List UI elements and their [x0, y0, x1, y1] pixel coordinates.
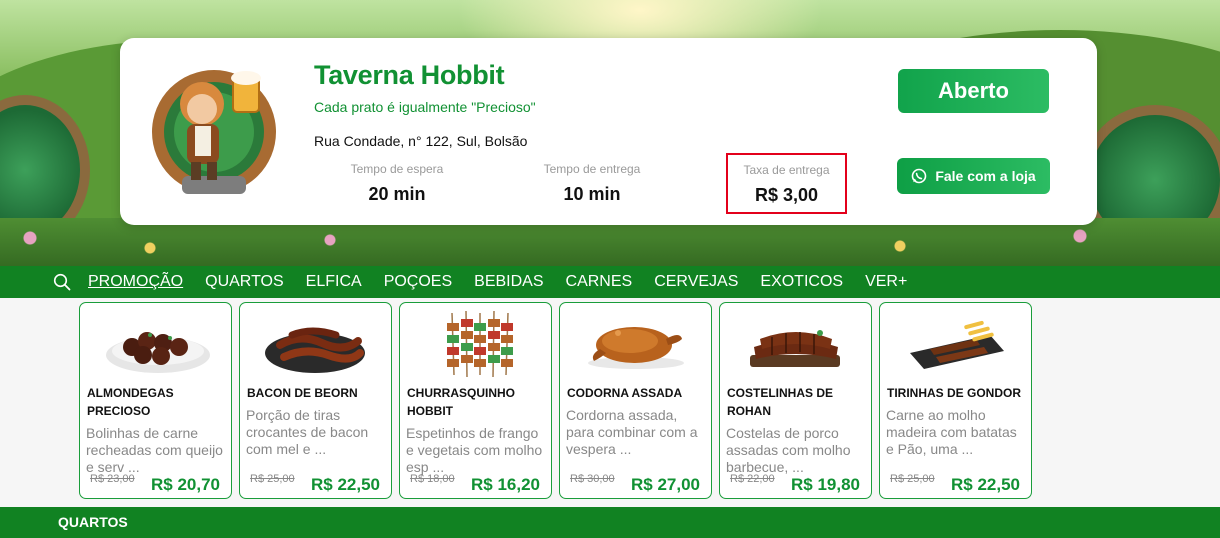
product-price: R$ 22,50: [951, 475, 1020, 494]
nav-item-bebidas[interactable]: BEBIDAS: [474, 273, 543, 291]
product-card[interactable]: BACON DE BEORN Porção de tiras crocantes…: [239, 302, 392, 499]
nav-item-exoticos[interactable]: EXOTICOS: [760, 273, 843, 291]
product-old-price: R$ 23,00: [90, 473, 135, 485]
store-info-card: Taverna Hobbit Cada prato é igualmente "…: [120, 38, 1097, 225]
product-carousel: ALMONDEGAS PRECIOSO Bolinhas de carne re…: [79, 302, 1032, 499]
product-card[interactable]: COSTELINHAS DE ROHAN Costelas de porco a…: [719, 302, 872, 499]
product-old-price: R$ 30,00: [570, 473, 615, 485]
product-description: Bolinhas de carne recheadas com queijo e…: [86, 425, 223, 475]
nav-item-quartos[interactable]: QUARTOS: [205, 273, 284, 291]
product-name: CODORNA ASSADA: [567, 386, 683, 400]
store-name: Taverna Hobbit: [314, 60, 505, 90]
section-title: QUARTOS: [58, 514, 128, 530]
wait-time-label: Tempo de espera: [350, 162, 444, 176]
delivery-fee-value: R$ 3,00: [754, 185, 819, 205]
wait-time-stat: Tempo de espera 20 min: [332, 162, 462, 205]
nav-item-promocao[interactable]: PROMOÇÃO: [88, 273, 183, 291]
product-price: R$ 22,50: [311, 475, 380, 494]
nav-item-carnes[interactable]: CARNES: [566, 273, 633, 291]
skewers-icon: [400, 305, 551, 381]
product-card[interactable]: CHURRASQUINHO HOBBIT Espetinhos de frang…: [399, 302, 552, 499]
product-price: R$ 16,20: [471, 475, 540, 494]
contact-store-label: Fale com a loja: [935, 168, 1036, 184]
section-header: QUARTOS: [0, 507, 1220, 538]
product-price: R$ 19,80: [791, 475, 860, 494]
product-name: ALMONDEGAS PRECIOSO: [87, 386, 174, 418]
meatballs-icon: [80, 305, 231, 381]
store-logo: [147, 64, 282, 198]
delivery-fee-stat: Taxa de entrega R$ 3,00: [726, 153, 847, 214]
product-price: R$ 27,00: [631, 475, 700, 494]
delivery-time-stat: Tempo de entrega 10 min: [527, 162, 657, 205]
product-price: R$ 20,70: [151, 475, 220, 494]
beef-strips-icon: [880, 305, 1031, 381]
delivery-fee-label: Taxa de entrega: [743, 163, 830, 177]
delivery-time-label: Tempo de entrega: [543, 162, 641, 176]
contact-store-button[interactable]: Fale com a loja: [897, 158, 1050, 194]
nav-item-cervejas[interactable]: CERVEJAS: [654, 273, 738, 291]
bacon-icon: [240, 305, 391, 381]
product-name: CHURRASQUINHO HOBBIT: [407, 386, 515, 418]
wait-time-value: 20 min: [368, 184, 426, 204]
product-name: TIRINHAS DE GONDOR: [887, 386, 1022, 400]
product-name: BACON DE BEORN: [247, 386, 358, 400]
whatsapp-icon: [911, 168, 927, 184]
product-old-price: R$ 22,00: [730, 473, 775, 485]
store-tagline: Cada prato é igualmente "Precioso": [314, 99, 536, 115]
store-address: Rua Condade, n° 122, Sul, Bolsão: [314, 133, 528, 149]
nav-item-elfica[interactable]: ELFICA: [306, 273, 362, 291]
category-nav: PROMOÇÃO QUARTOS ELFICA POÇOES BEBIDAS C…: [0, 266, 1220, 298]
product-name: COSTELINHAS DE ROHAN: [727, 386, 834, 418]
nav-item-pocoes[interactable]: POÇOES: [384, 273, 452, 291]
product-description: Porção de tiras crocantes de bacon com m…: [246, 407, 369, 457]
product-card[interactable]: TIRINHAS DE GONDOR Carne ao molho madeir…: [879, 302, 1032, 499]
nav-items: PROMOÇÃO QUARTOS ELFICA POÇOES BEBIDAS C…: [88, 266, 929, 298]
product-old-price: R$ 18,00: [410, 473, 455, 485]
product-card[interactable]: ALMONDEGAS PRECIOSO Bolinhas de carne re…: [79, 302, 232, 499]
ribs-icon: [720, 305, 871, 381]
roast-quail-icon: [560, 305, 711, 381]
nav-item-ver-mais[interactable]: VER+: [865, 273, 907, 291]
store-status-button[interactable]: Aberto: [898, 69, 1049, 113]
flower-bed: [0, 218, 1220, 266]
product-description: Costelas de porco assadas com molho barb…: [726, 425, 851, 475]
product-description: Espetinhos de frango e vegetais com molh…: [406, 425, 543, 475]
delivery-time-value: 10 min: [563, 184, 621, 204]
product-old-price: R$ 25,00: [250, 473, 295, 485]
product-description: Cordorna assada, para combinar com a ves…: [566, 407, 698, 457]
product-old-price: R$ 25,00: [890, 473, 935, 485]
product-description: Carne ao molho madeira com batatas e Pão…: [886, 407, 1017, 457]
search-icon[interactable]: [53, 273, 71, 291]
product-card[interactable]: CODORNA ASSADA Cordorna assada, para com…: [559, 302, 712, 499]
